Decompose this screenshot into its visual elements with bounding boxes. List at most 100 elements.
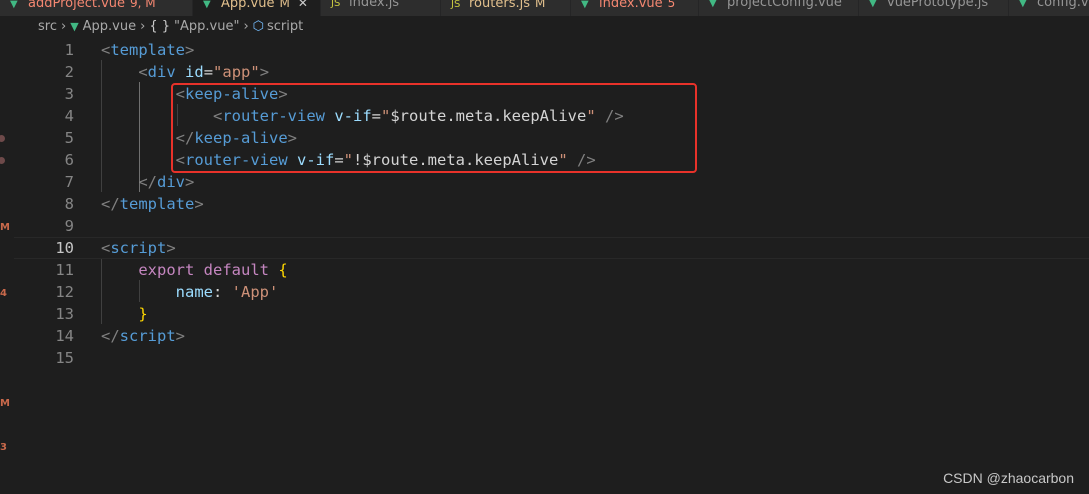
code-text[interactable]: <script> bbox=[101, 238, 176, 258]
tab-label: projectConfig.vue bbox=[727, 0, 842, 10]
code-token: div bbox=[157, 173, 185, 191]
line-number: 7 bbox=[64, 173, 74, 191]
line-number: 15 bbox=[55, 349, 74, 367]
code-line[interactable]: 14 </script> bbox=[14, 325, 1089, 347]
tab-config-vue[interactable]: ▼ config.vue bbox=[1009, 0, 1089, 16]
line-number: 1 bbox=[64, 41, 74, 59]
tab-label: config.vue bbox=[1037, 0, 1089, 10]
annotation-highlight-box bbox=[171, 83, 697, 173]
code-token: name bbox=[175, 283, 213, 301]
tab-status: M bbox=[279, 0, 290, 10]
code-token: template bbox=[119, 195, 195, 213]
code-token: = bbox=[203, 63, 214, 81]
code-text[interactable]: </template> bbox=[101, 193, 204, 215]
line-number: 9 bbox=[64, 217, 74, 235]
code-line[interactable]: 15 bbox=[14, 347, 1089, 369]
code-token: default bbox=[203, 261, 269, 279]
line-number: 2 bbox=[64, 63, 74, 81]
breadcrumb-file[interactable]: App.vue bbox=[83, 16, 136, 38]
code-line[interactable]: 1 <template> bbox=[14, 39, 1089, 61]
vue-file-icon: ▼ bbox=[70, 20, 79, 33]
script-symbol-icon: ⬡ bbox=[252, 19, 264, 34]
explorer-edge: M 4 M 3 bbox=[0, 38, 14, 494]
code-token: script bbox=[110, 239, 167, 257]
code-text[interactable]: <template> bbox=[101, 39, 194, 61]
code-text[interactable]: </script> bbox=[101, 325, 185, 347]
code-text[interactable]: export default { bbox=[101, 259, 287, 281]
tab-label: routers.js bbox=[469, 0, 530, 11]
code-token: < bbox=[101, 239, 111, 257]
line-number: 4 bbox=[64, 107, 74, 125]
tab-projectconfig-vue[interactable]: ▼ projectConfig.vue bbox=[699, 0, 859, 16]
code-token: </ bbox=[101, 195, 120, 213]
line-number: 12 bbox=[55, 283, 74, 301]
tab-label: addProject.vue bbox=[28, 0, 126, 11]
code-line[interactable]: 13 } bbox=[14, 303, 1089, 325]
breadcrumb-symbol[interactable]: script bbox=[267, 16, 303, 38]
chevron-right-icon: › bbox=[60, 19, 67, 34]
watermark: CSDN @zhaocarbon bbox=[943, 470, 1074, 486]
code-text[interactable]: name: 'App' bbox=[101, 281, 279, 303]
breadcrumb-section[interactable]: "App.vue" bbox=[174, 16, 239, 38]
tab-label: index.js bbox=[349, 0, 400, 10]
code-line[interactable]: 11 export default { bbox=[14, 259, 1089, 281]
breadcrumb-folder[interactable]: src bbox=[38, 16, 57, 38]
tab-label: index.vue bbox=[599, 0, 663, 11]
code-token: > bbox=[166, 239, 176, 257]
tab-status: 9, M bbox=[130, 0, 156, 10]
tab-addproject-vue[interactable]: ▼ addProject.vue 9, M bbox=[0, 0, 193, 16]
code-token: script bbox=[119, 327, 176, 345]
tab-index-js[interactable]: JS index.js bbox=[321, 0, 441, 16]
code-token: 'App' bbox=[231, 283, 279, 301]
vue-file-icon: ▼ bbox=[709, 0, 717, 9]
code-token: < bbox=[138, 63, 148, 81]
tab-routers-js[interactable]: JS routers.js M bbox=[441, 0, 571, 16]
code-text[interactable]: <div id="app"> bbox=[101, 61, 269, 83]
status-dot bbox=[0, 135, 5, 142]
code-line[interactable]: 2 <div id="app"> bbox=[14, 61, 1089, 83]
tab-status: 5 bbox=[667, 0, 676, 10]
status-dot bbox=[0, 157, 5, 164]
line-number: 8 bbox=[64, 195, 74, 213]
tab-vueprototype-js[interactable]: ▼ vuePrototype.js bbox=[859, 0, 1009, 16]
tab-app-vue[interactable]: ▼ App.vue M ✕ bbox=[193, 0, 321, 16]
code-token: </ bbox=[138, 173, 157, 191]
code-token: > bbox=[259, 63, 270, 81]
braces-icon: { } bbox=[149, 19, 171, 34]
tab-status: M bbox=[534, 0, 546, 10]
code-line[interactable]: 8 </template> bbox=[14, 193, 1089, 215]
vue-file-icon: ▼ bbox=[581, 0, 589, 10]
code-line[interactable]: 12 name: 'App' bbox=[14, 281, 1089, 303]
code-text[interactable]: } bbox=[101, 303, 147, 325]
code-line[interactable]: 9 bbox=[14, 215, 1089, 237]
code-token: div bbox=[147, 63, 176, 81]
close-icon[interactable]: ✕ bbox=[298, 0, 308, 10]
chevron-right-icon: › bbox=[243, 19, 249, 34]
git-status-marker: M bbox=[0, 222, 10, 233]
code-line[interactable]: 7 </div> bbox=[14, 171, 1089, 193]
code-token: "app" bbox=[213, 63, 260, 81]
tab-index-vue[interactable]: ▼ index.vue 5 bbox=[571, 0, 699, 16]
code-text[interactable]: </div> bbox=[101, 171, 194, 193]
code-token: : bbox=[212, 283, 232, 301]
code-token: id bbox=[185, 63, 204, 81]
git-status-marker: M bbox=[0, 398, 10, 409]
code-token: template bbox=[110, 41, 185, 59]
git-status-marker: 4 bbox=[0, 288, 7, 299]
line-number: 13 bbox=[55, 305, 74, 323]
line-number: 11 bbox=[55, 261, 74, 279]
code-token: > bbox=[194, 195, 204, 213]
line-number: 14 bbox=[55, 327, 74, 345]
code-token: > bbox=[185, 41, 195, 59]
code-line[interactable]: 10 <script> bbox=[14, 237, 1089, 259]
